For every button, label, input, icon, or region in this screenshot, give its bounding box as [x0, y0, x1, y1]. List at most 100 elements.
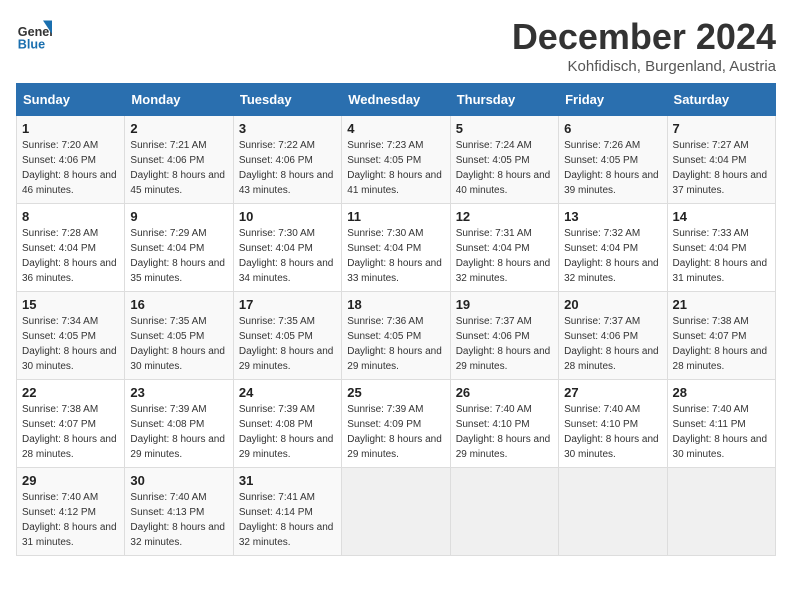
calendar-cell: 17 Sunrise: 7:35 AMSunset: 4:05 PMDayligh… — [233, 292, 341, 380]
day-number: 1 — [22, 121, 119, 136]
day-info: Sunrise: 7:35 AMSunset: 4:05 PMDaylight:… — [239, 314, 336, 374]
calendar-cell: 18 Sunrise: 7:36 AMSunset: 4:05 PMDayligh… — [342, 292, 450, 380]
calendar-cell: 14Sunrise: 7:33 AMSunset: 4:04 PMDayligh… — [667, 204, 775, 292]
logo: General Blue — [16, 16, 56, 52]
day-number: 7 — [673, 121, 770, 136]
weekday-header-row: SundayMondayTuesdayWednesdayThursdayFrid… — [17, 84, 776, 116]
day-number: 8 — [22, 209, 119, 224]
calendar-cell: 4 Sunrise: 7:23 AMSunset: 4:05 PMDaylight… — [342, 116, 450, 204]
calendar-cell: 2Sunrise: 7:21 AMSunset: 4:06 PMDaylight… — [125, 116, 233, 204]
day-number: 9 — [130, 209, 227, 224]
calendar-cell: 13 Sunrise: 7:32 AMSunset: 4:04 PMDayligh… — [559, 204, 667, 292]
month-title: December 2024 — [512, 16, 776, 58]
day-number: 22 — [22, 385, 119, 400]
day-info: Sunrise: 7:34 AMSunset: 4:05 PMDaylight:… — [22, 314, 119, 374]
calendar-cell: 30 Sunrise: 7:40 AMSunset: 4:13 PMDayligh… — [125, 468, 233, 556]
day-number: 13 — [564, 209, 661, 224]
calendar-cell: 22 Sunrise: 7:38 AMSunset: 4:07 PMDayligh… — [17, 380, 125, 468]
day-info: Sunrise: 7:37 AMSunset: 4:06 PMDaylight:… — [564, 314, 661, 374]
day-info: Sunrise: 7:37 AMSunset: 4:06 PMDaylight:… — [456, 314, 553, 374]
calendar-cell: 25Sunrise: 7:39 AMSunset: 4:09 PMDayligh… — [342, 380, 450, 468]
day-number: 23 — [130, 385, 227, 400]
calendar-cell: 21 Sunrise: 7:38 AMSunset: 4:07 PMDayligh… — [667, 292, 775, 380]
calendar-week-row: 1 Sunrise: 7:20 AMSunset: 4:06 PMDaylight… — [17, 116, 776, 204]
calendar-week-row: 8 Sunrise: 7:28 AMSunset: 4:04 PMDaylight… — [17, 204, 776, 292]
day-info: Sunrise: 7:35 AMSunset: 4:05 PMDaylight:… — [130, 314, 227, 374]
calendar-cell: 9 Sunrise: 7:29 AMSunset: 4:04 PMDaylight… — [125, 204, 233, 292]
calendar-cell — [559, 468, 667, 556]
calendar-cell: 16Sunrise: 7:35 AMSunset: 4:05 PMDayligh… — [125, 292, 233, 380]
calendar-cell: 15 Sunrise: 7:34 AMSunset: 4:05 PMDayligh… — [17, 292, 125, 380]
svg-text:Blue: Blue — [18, 37, 45, 51]
day-info: Sunrise: 7:28 AMSunset: 4:04 PMDaylight:… — [22, 226, 119, 286]
location: Kohfidisch, Burgenland, Austria — [512, 58, 776, 75]
day-info: Sunrise: 7:24 AMSunset: 4:05 PMDaylight:… — [456, 138, 553, 198]
weekday-header-thursday: Thursday — [450, 84, 558, 116]
day-number: 17 — [239, 297, 336, 312]
calendar-week-row: 15 Sunrise: 7:34 AMSunset: 4:05 PMDayligh… — [17, 292, 776, 380]
calendar-table: SundayMondayTuesdayWednesdayThursdayFrid… — [16, 83, 776, 556]
calendar-cell: 23 Sunrise: 7:39 AMSunset: 4:08 PMDayligh… — [125, 380, 233, 468]
day-number: 11 — [347, 209, 444, 224]
day-info: Sunrise: 7:39 AMSunset: 4:08 PMDaylight:… — [239, 402, 336, 462]
day-number: 26 — [456, 385, 553, 400]
calendar-cell — [450, 468, 558, 556]
day-info: Sunrise: 7:41 AMSunset: 4:14 PMDaylight:… — [239, 490, 336, 550]
day-info: Sunrise: 7:30 AMSunset: 4:04 PMDaylight:… — [239, 226, 336, 286]
day-info: Sunrise: 7:40 AMSunset: 4:10 PMDaylight:… — [456, 402, 553, 462]
day-info: Sunrise: 7:36 AMSunset: 4:05 PMDaylight:… — [347, 314, 444, 374]
day-info: Sunrise: 7:32 AMSunset: 4:04 PMDaylight:… — [564, 226, 661, 286]
day-info: Sunrise: 7:30 AMSunset: 4:04 PMDaylight:… — [347, 226, 444, 286]
day-info: Sunrise: 7:38 AMSunset: 4:07 PMDaylight:… — [673, 314, 770, 374]
calendar-cell: 1 Sunrise: 7:20 AMSunset: 4:06 PMDaylight… — [17, 116, 125, 204]
calendar-week-row: 22 Sunrise: 7:38 AMSunset: 4:07 PMDayligh… — [17, 380, 776, 468]
day-info: Sunrise: 7:39 AMSunset: 4:08 PMDaylight:… — [130, 402, 227, 462]
day-number: 27 — [564, 385, 661, 400]
logo-icon: General Blue — [16, 16, 52, 52]
day-info: Sunrise: 7:20 AMSunset: 4:06 PMDaylight:… — [22, 138, 119, 198]
calendar-cell: 11 Sunrise: 7:30 AMSunset: 4:04 PMDayligh… — [342, 204, 450, 292]
weekday-header-saturday: Saturday — [667, 84, 775, 116]
day-info: Sunrise: 7:23 AMSunset: 4:05 PMDaylight:… — [347, 138, 444, 198]
day-info: Sunrise: 7:33 AMSunset: 4:04 PMDaylight:… — [673, 226, 770, 286]
weekday-header-wednesday: Wednesday — [342, 84, 450, 116]
calendar-cell — [342, 468, 450, 556]
day-number: 24 — [239, 385, 336, 400]
calendar-cell: 12 Sunrise: 7:31 AMSunset: 4:04 PMDayligh… — [450, 204, 558, 292]
day-info: Sunrise: 7:22 AMSunset: 4:06 PMDaylight:… — [239, 138, 336, 198]
weekday-header-sunday: Sunday — [17, 84, 125, 116]
weekday-header-tuesday: Tuesday — [233, 84, 341, 116]
day-info: Sunrise: 7:27 AMSunset: 4:04 PMDaylight:… — [673, 138, 770, 198]
day-info: Sunrise: 7:40 AMSunset: 4:12 PMDaylight:… — [22, 490, 119, 550]
calendar-cell: 10 Sunrise: 7:30 AMSunset: 4:04 PMDayligh… — [233, 204, 341, 292]
day-number: 20 — [564, 297, 661, 312]
day-info: Sunrise: 7:29 AMSunset: 4:04 PMDaylight:… — [130, 226, 227, 286]
day-number: 2 — [130, 121, 227, 136]
day-info: Sunrise: 7:40 AMSunset: 4:13 PMDaylight:… — [130, 490, 227, 550]
day-number: 29 — [22, 473, 119, 488]
day-number: 10 — [239, 209, 336, 224]
calendar-cell: 26 Sunrise: 7:40 AMSunset: 4:10 PMDayligh… — [450, 380, 558, 468]
day-info: Sunrise: 7:38 AMSunset: 4:07 PMDaylight:… — [22, 402, 119, 462]
weekday-header-friday: Friday — [559, 84, 667, 116]
day-info: Sunrise: 7:31 AMSunset: 4:04 PMDaylight:… — [456, 226, 553, 286]
day-number: 28 — [673, 385, 770, 400]
day-number: 31 — [239, 473, 336, 488]
title-block: December 2024 Kohfidisch, Burgenland, Au… — [512, 16, 776, 75]
calendar-cell: 27Sunrise: 7:40 AMSunset: 4:10 PMDayligh… — [559, 380, 667, 468]
calendar-cell: 24 Sunrise: 7:39 AMSunset: 4:08 PMDayligh… — [233, 380, 341, 468]
day-number: 4 — [347, 121, 444, 136]
calendar-cell: 5Sunrise: 7:24 AMSunset: 4:05 PMDaylight… — [450, 116, 558, 204]
calendar-cell — [667, 468, 775, 556]
day-number: 15 — [22, 297, 119, 312]
day-number: 18 — [347, 297, 444, 312]
day-number: 30 — [130, 473, 227, 488]
day-number: 12 — [456, 209, 553, 224]
day-number: 19 — [456, 297, 553, 312]
day-info: Sunrise: 7:40 AMSunset: 4:11 PMDaylight:… — [673, 402, 770, 462]
calendar-cell: 3Sunrise: 7:22 AMSunset: 4:06 PMDaylight… — [233, 116, 341, 204]
day-number: 21 — [673, 297, 770, 312]
calendar-cell: 19 Sunrise: 7:37 AMSunset: 4:06 PMDayligh… — [450, 292, 558, 380]
calendar-cell: 29 Sunrise: 7:40 AMSunset: 4:12 PMDayligh… — [17, 468, 125, 556]
day-number: 25 — [347, 385, 444, 400]
